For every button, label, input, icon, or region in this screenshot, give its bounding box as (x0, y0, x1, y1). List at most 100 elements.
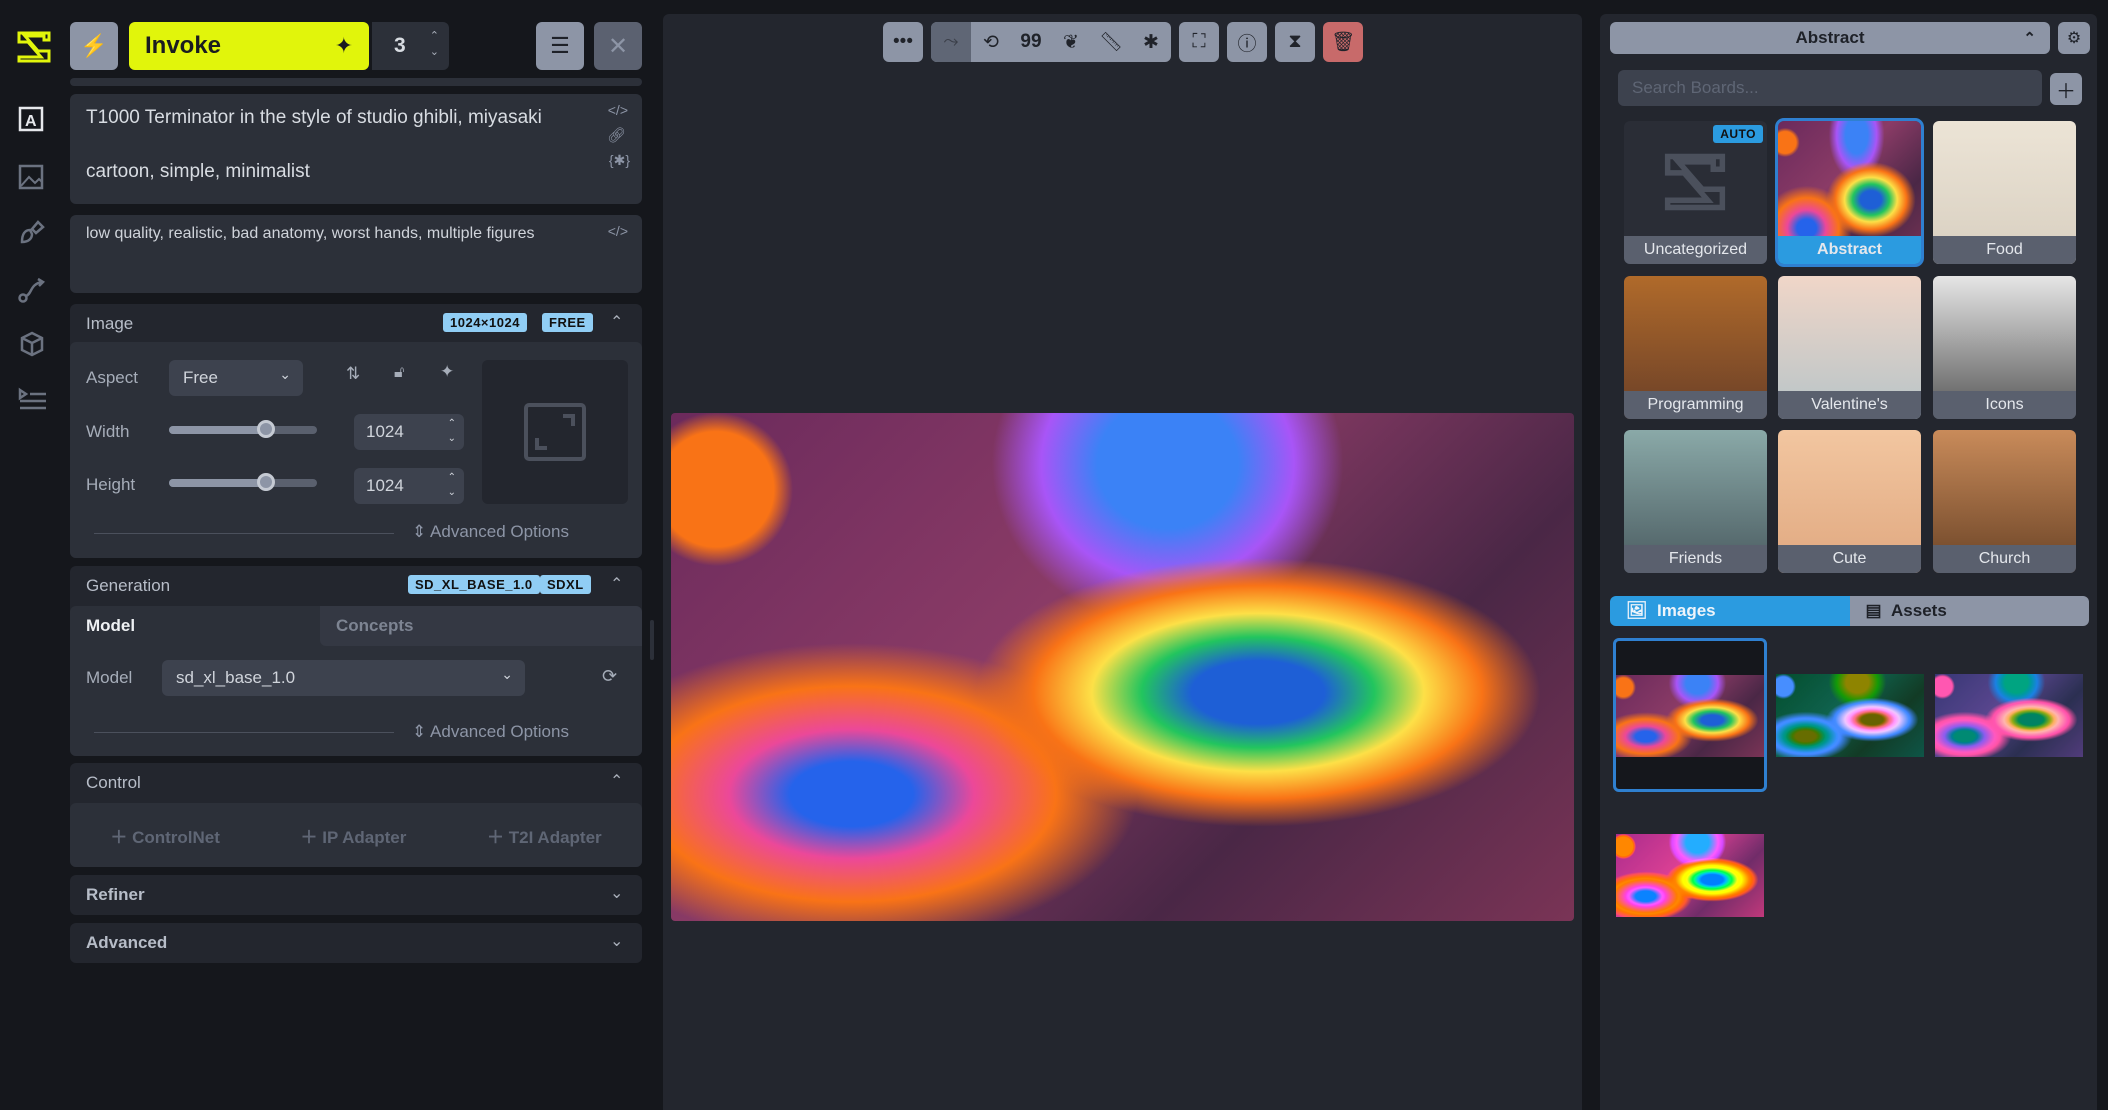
lightning-icon: ⚡ (80, 33, 108, 58)
flow-icon[interactable] (18, 274, 50, 306)
tab-concepts[interactable]: Concepts (320, 606, 642, 646)
more-options-button[interactable]: ••• (883, 22, 923, 62)
stepper-arrows-icon[interactable]: ⌃ ⌄ (430, 28, 439, 60)
expand-chevrons-icon: ⇕ (412, 522, 431, 541)
chevron-up-icon[interactable]: ⌃ (610, 312, 623, 332)
link-icon[interactable]: 🔗︎ (607, 126, 626, 144)
board-tile[interactable]: Church (1933, 430, 2076, 573)
board-tile[interactable]: Friends (1624, 430, 1767, 573)
upscale-button[interactable]: ⛶ (1179, 22, 1219, 62)
iterations-stepper[interactable]: 3 ⌃ ⌄ (372, 22, 449, 70)
chevron-up-icon[interactable]: ⌃ (610, 771, 623, 791)
refresh-icon[interactable]: ⟳ (602, 666, 617, 687)
board-tile[interactable]: AUTO Uncategorized (1624, 121, 1767, 264)
seedling-icon[interactable]: ❦ (1051, 22, 1091, 62)
gallery-thumb[interactable] (1776, 674, 1924, 757)
lock-icon[interactable]: 🔓︎ (394, 364, 404, 382)
aspect-label: Aspect (86, 368, 138, 387)
dynamic-prompt-icon[interactable]: {✱} (609, 152, 630, 169)
iterations-value: 3 (394, 34, 406, 57)
tab-images[interactable]: 🖼︎ Images (1610, 596, 1850, 626)
board-name: Icons (1933, 391, 2076, 419)
ruler-icon[interactable]: 📏︎ (1091, 22, 1131, 62)
quick-invoke-button[interactable]: ⚡ (70, 22, 118, 70)
add-t2i-adapter-button[interactable]: ＋ T2I Adapter (487, 823, 602, 848)
gallery-thumb[interactable] (1616, 834, 1764, 917)
code-icon[interactable]: </> (608, 102, 628, 118)
swap-dimensions-icon[interactable]: ⇅ (346, 364, 360, 384)
use-workflow-icon[interactable]: ⤳ (931, 22, 971, 62)
gallery-thumb-selected[interactable] (1613, 638, 1767, 792)
board-tile[interactable]: Cute (1778, 430, 1921, 573)
delete-button[interactable]: 🗑︎ (1323, 22, 1363, 62)
model-select[interactable]: sd_xl_base_1.0 ⌄ (162, 660, 525, 696)
negative-prompt-input[interactable]: low quality, realistic, bad anatomy, wor… (70, 215, 642, 293)
add-board-button[interactable]: ＋ (2050, 73, 2082, 105)
board-selector[interactable]: Abstract ⌃ (1610, 22, 2050, 54)
controlnet-label: ControlNet (132, 827, 220, 847)
advanced-options-toggle[interactable]: ⇕ Advanced Options (412, 722, 569, 742)
search-boards-input[interactable]: Search Boards... (1618, 70, 2042, 106)
brush-icon[interactable] (18, 218, 50, 250)
remix-icon[interactable]: ⟲ (971, 22, 1011, 62)
board-tile[interactable]: Valentine's (1778, 276, 1921, 419)
height-input[interactable]: 1024 ⌃ ⌄ (354, 468, 464, 504)
chevron-down-icon[interactable]: ⌄ (610, 883, 623, 903)
invoke-button[interactable]: Invoke ✦ (129, 22, 369, 70)
advanced-section[interactable]: Advanced ⌄ (70, 923, 642, 963)
control-title: Control (86, 773, 141, 792)
chevron-up-icon: ⌃ (2023, 30, 2036, 47)
width-slider[interactable] (169, 420, 317, 438)
code-icon[interactable]: </> (608, 223, 628, 239)
image-icon[interactable] (18, 164, 50, 196)
image-section-title: Image (86, 314, 134, 333)
positive-prompt-text: T1000 Terminator in the style of studio … (86, 107, 542, 182)
slider-thumb[interactable] (257, 473, 275, 491)
add-controlnet-button[interactable]: ＋ ControlNet (110, 823, 220, 848)
generation-body: Model Concepts Model sd_xl_base_1.0 ⌄ ⟳ ⇕… (70, 606, 642, 756)
refiner-section[interactable]: Refiner ⌄ (70, 875, 642, 915)
height-value: 1024 (366, 476, 404, 495)
tab-assets[interactable]: ▤ Assets (1849, 596, 2089, 626)
progress-bar (70, 78, 642, 86)
board-tile[interactable]: Abstract (1775, 118, 1924, 267)
positive-prompt-input[interactable]: T1000 Terminator in the style of studio … (70, 94, 642, 204)
chevron-up-icon[interactable]: ⌃ (610, 574, 623, 594)
search-placeholder: Search Boards... (1632, 78, 1759, 97)
board-settings-button[interactable]: ⚙ (2058, 22, 2090, 54)
cube-icon[interactable] (18, 330, 50, 362)
board-tile[interactable]: Icons (1933, 276, 2076, 419)
gallery-thumb[interactable] (1935, 674, 2083, 757)
slider-thumb[interactable] (257, 420, 275, 438)
aspect-select[interactable]: Free ⌄ (169, 360, 303, 396)
board-tile[interactable]: Food (1933, 121, 2076, 264)
queue-list-icon[interactable] (18, 386, 50, 418)
invoke-logo-icon (1664, 153, 1726, 211)
cancel-button[interactable]: ✕ (594, 22, 642, 70)
current-image (671, 413, 1574, 921)
advanced-options-toggle[interactable]: ⇕ Advanced Options (412, 522, 569, 542)
asterisk-icon[interactable]: ✱ (1131, 22, 1171, 62)
hourglass-button[interactable]: ⧗ (1275, 22, 1315, 62)
sparkles-icon[interactable]: ✦ (440, 362, 454, 382)
quote-icon[interactable]: 99 (1011, 22, 1051, 62)
board-name: Uncategorized (1624, 236, 1767, 264)
queue-list-button[interactable]: ☰ (536, 22, 584, 70)
chevron-down-icon[interactable]: ⌄ (610, 931, 623, 951)
stepper-arrows-icon[interactable]: ⌃ ⌄ (448, 470, 456, 500)
info-button[interactable]: ⓘ (1227, 22, 1267, 62)
add-ip-adapter-button[interactable]: ＋ IP Adapter (301, 823, 407, 848)
width-input[interactable]: 1024 ⌃ ⌄ (354, 414, 464, 450)
invoke-logo[interactable] (14, 28, 54, 66)
tab-model[interactable]: Model (70, 606, 320, 646)
stepper-arrows-icon[interactable]: ⌃ ⌄ (448, 416, 456, 446)
t2i-adapter-label: T2I Adapter (508, 827, 602, 847)
gallery-tabs: 🖼︎ Images ▤ Assets (1610, 596, 2089, 626)
height-slider[interactable] (169, 473, 317, 491)
board-tile[interactable]: Programming (1624, 276, 1767, 419)
text-to-image-icon[interactable]: A (18, 106, 50, 138)
aspect-value: Free (183, 368, 218, 387)
height-label: Height (86, 475, 136, 494)
panel-resize-handle[interactable] (650, 620, 654, 660)
chevron-down-icon: ⌄ (279, 366, 291, 382)
